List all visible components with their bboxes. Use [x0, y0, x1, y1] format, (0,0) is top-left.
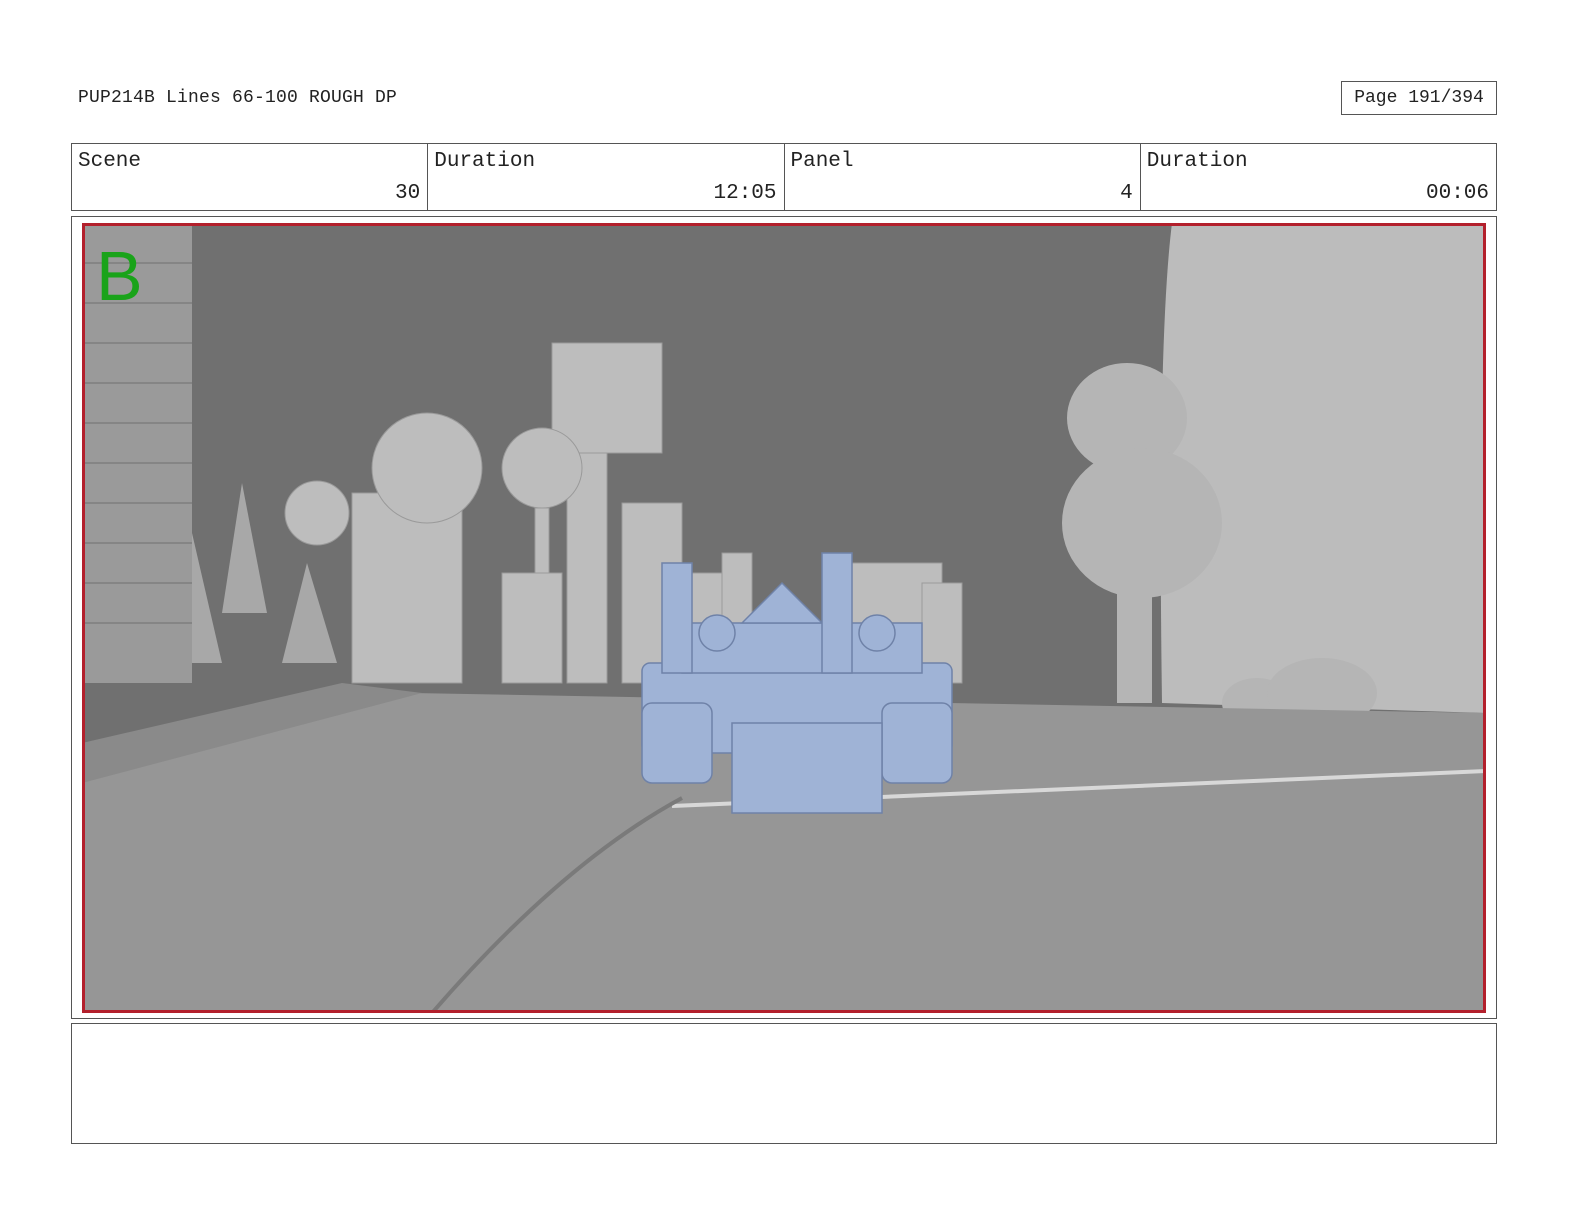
panel-value: 4: [1120, 182, 1133, 205]
scene-render: [82, 223, 1486, 1013]
storyboard-panel: B: [71, 216, 1497, 1019]
panel-image: B: [82, 223, 1486, 1013]
scene-duration-value: 12:05: [713, 182, 777, 205]
panel-duration-value: 00:06: [1425, 182, 1489, 205]
panel-cell: Panel 4: [785, 144, 1141, 210]
panel-duration-label: Duration: [1146, 150, 1248, 173]
scene-value: 30: [395, 182, 421, 205]
panel-label: Panel: [790, 150, 854, 173]
scene-duration-label: Duration: [434, 150, 536, 173]
document-title: PUP214B Lines 66-100 ROUGH DP: [78, 88, 398, 108]
panel-letter: B: [96, 237, 143, 315]
scene-label: Scene: [78, 150, 142, 173]
scene-cell: Scene 30: [72, 144, 429, 210]
scene-duration-cell: Duration 12:05: [428, 144, 785, 210]
panel-duration-cell: Duration 00:06: [1141, 144, 1496, 210]
page-number: Page 191/394: [1341, 81, 1497, 115]
scene-info-table: Scene 30 Duration 12:05 Panel 4 Duration…: [71, 143, 1497, 211]
notes-box: [71, 1023, 1497, 1144]
